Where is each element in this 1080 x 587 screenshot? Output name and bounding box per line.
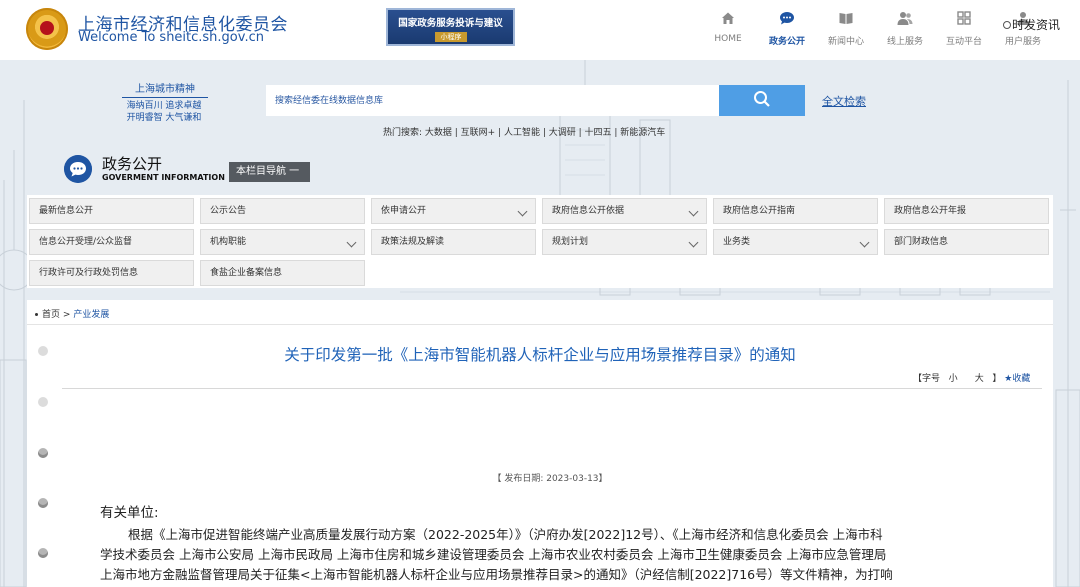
article-body-line: 根据《上海市促进智能终端产业高质量发展行动方案（2022-2025年）》（沪府办… [128, 527, 883, 542]
share-icon[interactable] [38, 448, 48, 458]
chat-bubble-icon [780, 12, 794, 25]
chevron-down-icon [517, 206, 528, 217]
grid-item-public-notice[interactable]: 公示公告 [200, 198, 365, 224]
city-spirit-line-2: 开明睿智 大气谦和 [126, 113, 202, 123]
breadcrumb-divider [27, 324, 1053, 325]
article-salutation: 有关单位: [100, 505, 159, 521]
nav-item-interaction[interactable]: 互动平台 [934, 10, 994, 47]
grid-item-annual-report[interactable]: 政府信息公开年报 [884, 198, 1049, 224]
banner-title: 国家政务服务投诉与建议 [398, 18, 503, 29]
font-large-button[interactable]: 大 [975, 374, 984, 384]
site-subtitle[interactable]: Welcome To sheitc.sh.gov.cn [78, 30, 264, 45]
nav-label-home: HOME [714, 34, 742, 44]
grid-item-label: 食盐企业备案信息 [210, 268, 283, 278]
grid-item-label: 依申请公开 [381, 206, 427, 216]
share-icon[interactable] [38, 548, 48, 558]
hot-search-terms[interactable]: 大数据 | 互联网+ | 人工智能 | 大调研 | 十四五 | 新能源汽车 [425, 128, 665, 138]
breadcrumb-current[interactable]: 产业发展 [73, 310, 109, 320]
grid-item-label: 规划计划 [552, 237, 589, 247]
grid-item-label: 政府信息公开指南 [723, 206, 796, 216]
nav-item-home[interactable]: HOME [698, 10, 758, 44]
title-divider [62, 388, 1042, 389]
breadcrumb-separator: > [62, 310, 71, 320]
city-spirit-title: 上海城市精神 [122, 80, 208, 98]
chevron-down-icon [688, 237, 699, 248]
home-icon [722, 12, 734, 24]
share-icon[interactable] [38, 397, 48, 407]
grid-item-business[interactable]: 业务类 [713, 229, 878, 255]
grid-item-latest-info[interactable]: 最新信息公开 [29, 198, 194, 224]
chevron-down-icon [859, 237, 870, 248]
grid-item-label: 政府信息公开依据 [552, 206, 625, 216]
nav-label-news: 新闻中心 [827, 37, 864, 47]
hot-search-label: 热门搜索: [383, 128, 423, 138]
search-input[interactable] [266, 85, 719, 116]
column-nav-button[interactable]: 本栏目导航 一 [229, 162, 310, 182]
fulltext-search-link[interactable]: 全文检索 [822, 93, 866, 109]
breadcrumb: 首页 > 产业发展 [35, 307, 109, 320]
section-title: 政务公开 [102, 155, 163, 173]
grid-item-salt-enterprise[interactable]: 食盐企业备案信息 [200, 260, 365, 286]
grid-item-label: 政策法规及解读 [381, 237, 445, 247]
publish-date: 【 发布日期: 2023-03-13】 [492, 474, 608, 484]
chevron-down-icon [346, 237, 357, 248]
font-small-button[interactable]: 小 [949, 374, 958, 384]
grid-item-policy-regulations[interactable]: 政策法规及解读 [371, 229, 536, 255]
grid-item-label: 部门财政信息 [894, 237, 949, 247]
grid-item-permits-penalties[interactable]: 行政许可及行政处罚信息 [29, 260, 194, 286]
complaint-miniprogram-banner[interactable]: 国家政务服务投诉与建议 小程序 [386, 8, 515, 46]
grid-item-planning[interactable]: 规划计划 [542, 229, 707, 255]
chat-bubble-icon [64, 155, 92, 183]
chevron-down-icon [688, 206, 699, 217]
news-float-link[interactable]: 时发资讯 [1003, 16, 1060, 33]
nav-label-interaction: 互动平台 [945, 37, 982, 47]
users-icon [897, 12, 913, 25]
nav-item-online-service[interactable]: 线上服务 [875, 10, 935, 47]
grid-item-label: 行政许可及行政处罚信息 [39, 268, 139, 278]
grid-icon [957, 11, 971, 25]
grid-item-disclosure-basis[interactable]: 政府信息公开依据 [542, 198, 707, 224]
nav-item-news[interactable]: 新闻中心 [816, 10, 876, 47]
grid-item-label: 业务类 [723, 237, 751, 247]
font-size-label: 【字号 [913, 374, 941, 384]
grid-item-label: 最新信息公开 [39, 206, 94, 216]
nav-label-online-service: 线上服务 [886, 37, 923, 47]
bullet-icon [35, 313, 38, 316]
nav-item-government-info[interactable]: 政务公开 [757, 10, 817, 47]
grid-item-label: 信息公开受理/公众监督 [39, 237, 133, 247]
grid-item-public-supervision[interactable]: 信息公开受理/公众监督 [29, 229, 194, 255]
article-body-line: 上海市地方金融监督管理局关于征集<上海市智能机器人标杆企业与应用场景推荐目录>的… [100, 567, 893, 582]
search-icon [754, 91, 770, 107]
article-title: 关于印发第一批《上海市智能机器人标杆企业与应用场景推荐目录》的通知 [284, 346, 796, 364]
grid-item-label: 政府信息公开年报 [894, 206, 967, 216]
favorite-button[interactable]: ★收藏 [1004, 374, 1030, 384]
info-category-grid: 最新信息公开 公示公告 依申请公开 政府信息公开依据 政府信息公开指南 政府信息… [27, 195, 1053, 288]
font-size-controls: 【字号 小 大 】 ★收藏 [913, 371, 1030, 384]
hot-search-bar: 热门搜索: 大数据 | 互联网+ | 人工智能 | 大调研 | 十四五 | 新能… [383, 125, 665, 138]
book-icon [839, 13, 853, 24]
search-button[interactable] [719, 85, 805, 116]
grid-item-disclosure-guide[interactable]: 政府信息公开指南 [713, 198, 878, 224]
nav-label-user-service: 用户服务 [1004, 37, 1041, 47]
nav-label-government-info: 政务公开 [768, 37, 805, 47]
article-body-line: 学技术委员会 上海市公安局 上海市民政局 上海市住房和城乡建设管理委员会 上海市… [100, 547, 887, 562]
site-logo-emblem[interactable] [26, 8, 68, 50]
grid-item-department-finance[interactable]: 部门财政信息 [884, 229, 1049, 255]
grid-item-label: 公示公告 [210, 206, 247, 216]
breadcrumb-home[interactable]: 首页 [42, 310, 60, 320]
section-subtitle: GOVERMENT INFORMATION [102, 173, 225, 182]
share-icon[interactable] [38, 498, 48, 508]
news-float-icon [1003, 21, 1011, 29]
grid-item-apply-disclosure[interactable]: 依申请公开 [371, 198, 536, 224]
site-header: 上海市经济和信息化委员会 Welcome To sheitc.sh.gov.cn… [0, 0, 1080, 60]
font-size-close: 】 [992, 374, 1002, 384]
banner-subtitle: 小程序 [435, 32, 467, 42]
grid-item-label: 机构职能 [210, 237, 247, 247]
news-float-label: 时发资讯 [1012, 18, 1061, 32]
grid-item-institution-functions[interactable]: 机构职能 [200, 229, 365, 255]
